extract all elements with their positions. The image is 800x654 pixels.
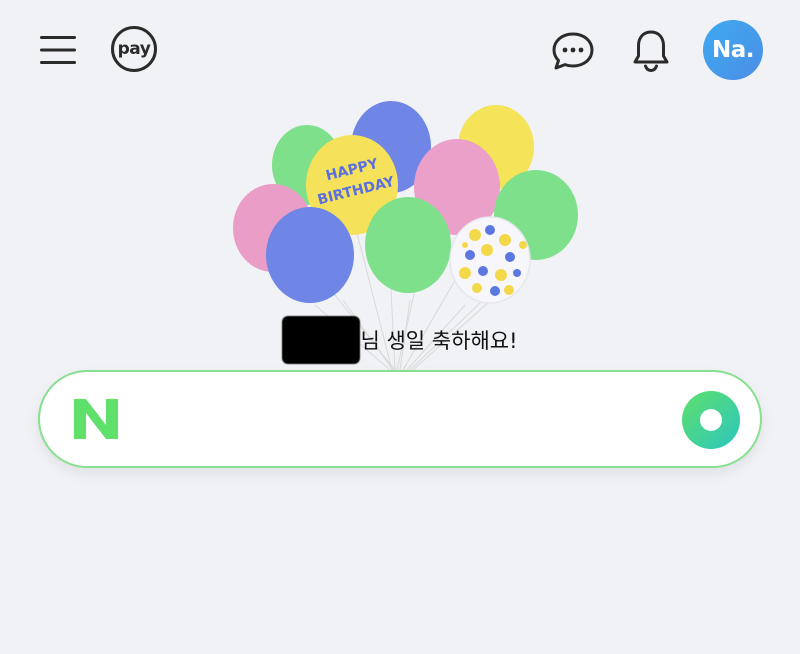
search-input[interactable]: [140, 392, 664, 448]
pay-label: pay: [117, 39, 151, 59]
balloon-blue-front: [266, 207, 354, 303]
top-bar: pay Na.: [0, 0, 800, 100]
green-dot-icon[interactable]: [681, 390, 741, 450]
hamburger-menu-icon: [40, 36, 76, 64]
pay-button[interactable]: pay: [111, 26, 157, 72]
talk-button[interactable]: [550, 28, 596, 74]
profile-avatar[interactable]: Na.: [703, 20, 763, 80]
notification-button[interactable]: [628, 26, 674, 74]
greeting-text: 생일 축하해요!: [379, 329, 518, 353]
avatar-label: Na.: [711, 37, 755, 63]
naver-logo-icon[interactable]: [70, 395, 122, 443]
bell-icon: [633, 30, 669, 73]
greeting-suffix: 님: [360, 329, 380, 353]
menu-button[interactable]: [36, 30, 80, 70]
balloon-confetti: [449, 216, 531, 304]
balloon-green-front: [365, 197, 451, 293]
redacted-name: [282, 316, 361, 364]
chat-bubble-icon: [552, 32, 594, 70]
birthday-greeting: 님 생일 축하해요!: [0, 316, 800, 366]
